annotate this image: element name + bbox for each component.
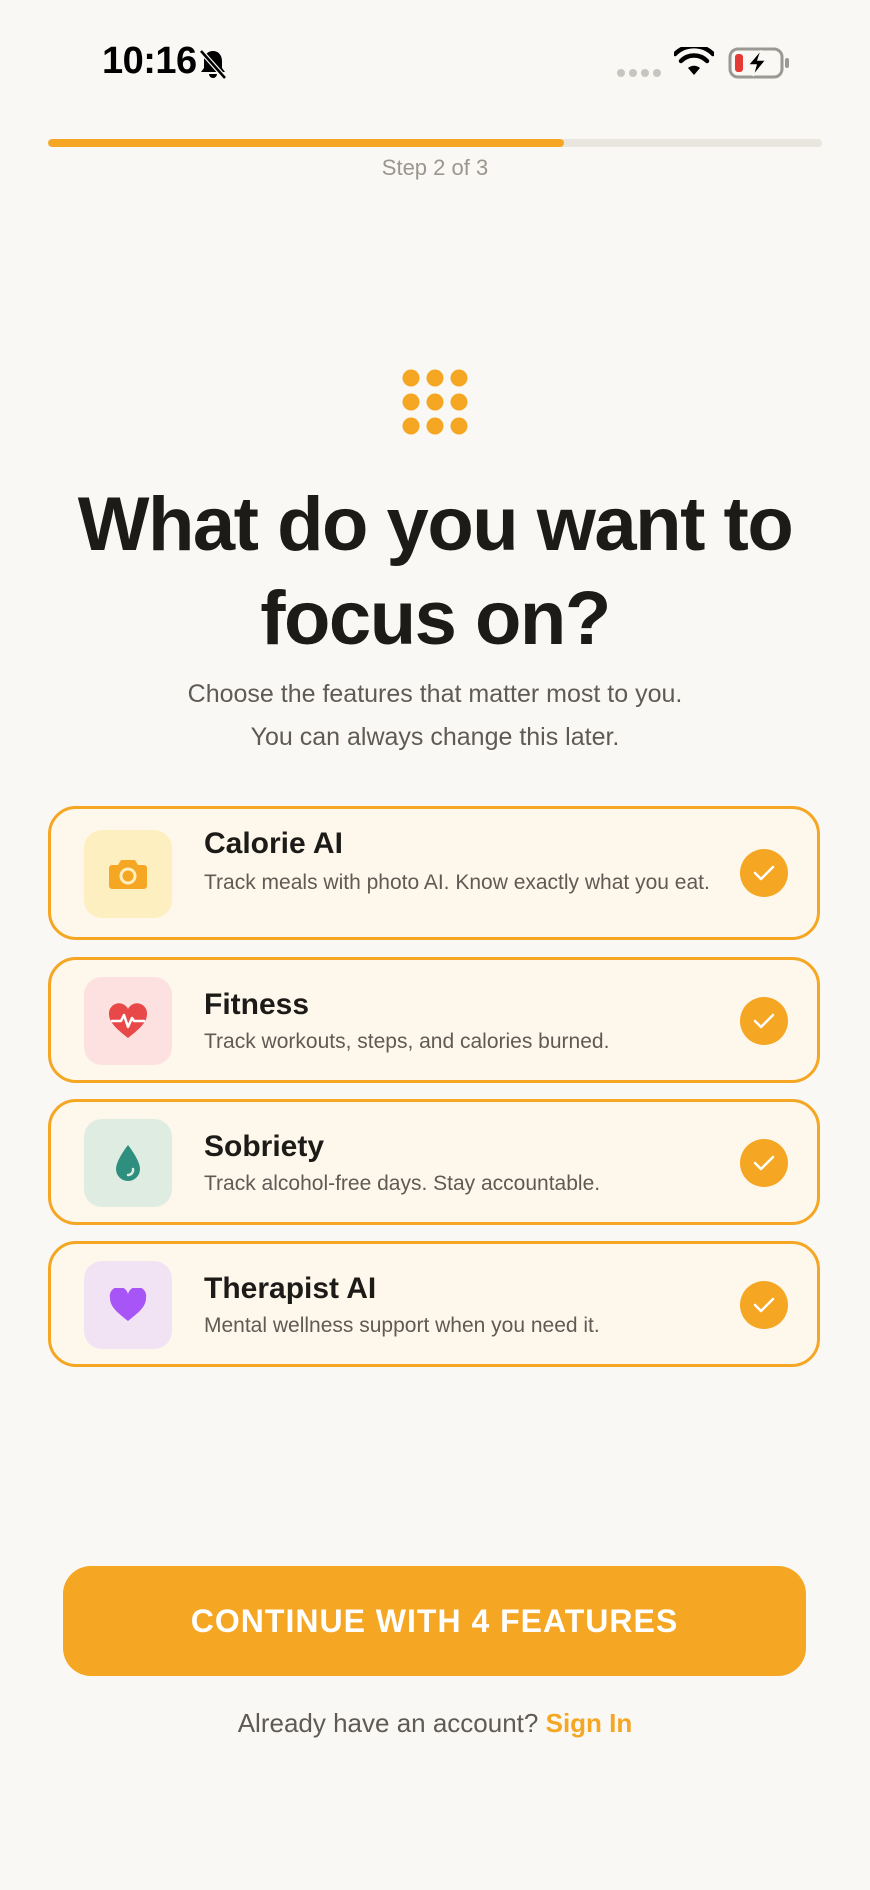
feature-tile-calorie-ai <box>84 830 172 918</box>
camera-icon <box>109 860 147 889</box>
cellular-signal-icon <box>617 69 661 77</box>
checkmark-icon <box>740 997 788 1045</box>
heart-pulse-icon <box>108 1003 148 1038</box>
heart-icon <box>109 1288 147 1321</box>
bell-slash-icon <box>199 49 227 80</box>
checkmark-icon <box>740 849 788 897</box>
checkmark-icon <box>740 1139 788 1187</box>
progress-fill <box>48 139 565 147</box>
feature-card-calorie-ai[interactable]: Calorie AI Track meals with photo AI. Kn… <box>48 806 820 940</box>
feature-description: Mental wellness support when you need it… <box>204 1314 600 1337</box>
battery-charging-icon <box>728 47 789 79</box>
grid-dots-icon <box>402 369 468 435</box>
feature-tile-therapist-ai <box>84 1261 172 1349</box>
feature-title: Fitness <box>204 988 310 1021</box>
sign-in-link[interactable]: Sign In <box>546 1708 633 1738</box>
checkmark-icon <box>740 1281 788 1329</box>
feature-description: Track meals with photo AI. Know exactly … <box>204 871 710 894</box>
signin-row: Already have an account? Sign In <box>0 1708 870 1739</box>
progress-bar <box>48 139 822 147</box>
feature-card-sobriety[interactable]: Sobriety Track alcohol-free days. Stay a… <box>48 1099 820 1225</box>
signin-prompt: Already have an account? <box>237 1708 539 1738</box>
feature-title: Therapist AI <box>204 1272 377 1305</box>
wifi-icon <box>674 47 714 75</box>
feature-card-fitness[interactable]: Fitness Track workouts, steps, and calor… <box>48 957 820 1083</box>
step-indicator: Step 2 of 3 <box>381 155 489 180</box>
subtitle-line-1: Choose the features that matter most to … <box>187 680 683 708</box>
status-bar: 10:16 <box>0 0 870 130</box>
page-title: What do you want to focus on? <box>77 482 794 661</box>
feature-title: Calorie AI <box>204 827 343 860</box>
feature-description: Track alcohol-free days. Stay accountabl… <box>204 1172 601 1195</box>
feature-description: Track workouts, steps, and calories burn… <box>204 1030 610 1053</box>
water-drop-icon <box>116 1145 140 1181</box>
status-time: 10:16 <box>102 40 197 82</box>
feature-tile-sobriety <box>84 1119 172 1207</box>
feature-tile-fitness <box>84 977 172 1065</box>
feature-card-therapist-ai[interactable]: Therapist AI Mental wellness support whe… <box>48 1241 820 1367</box>
page-subtitle: Choose the features that matter most to … <box>60 673 810 759</box>
feature-title: Sobriety <box>204 1130 325 1163</box>
subtitle-line-2: You can always change this later. <box>250 723 620 751</box>
continue-button[interactable]: CONTINUE WITH 4 FEATURES <box>63 1566 806 1676</box>
